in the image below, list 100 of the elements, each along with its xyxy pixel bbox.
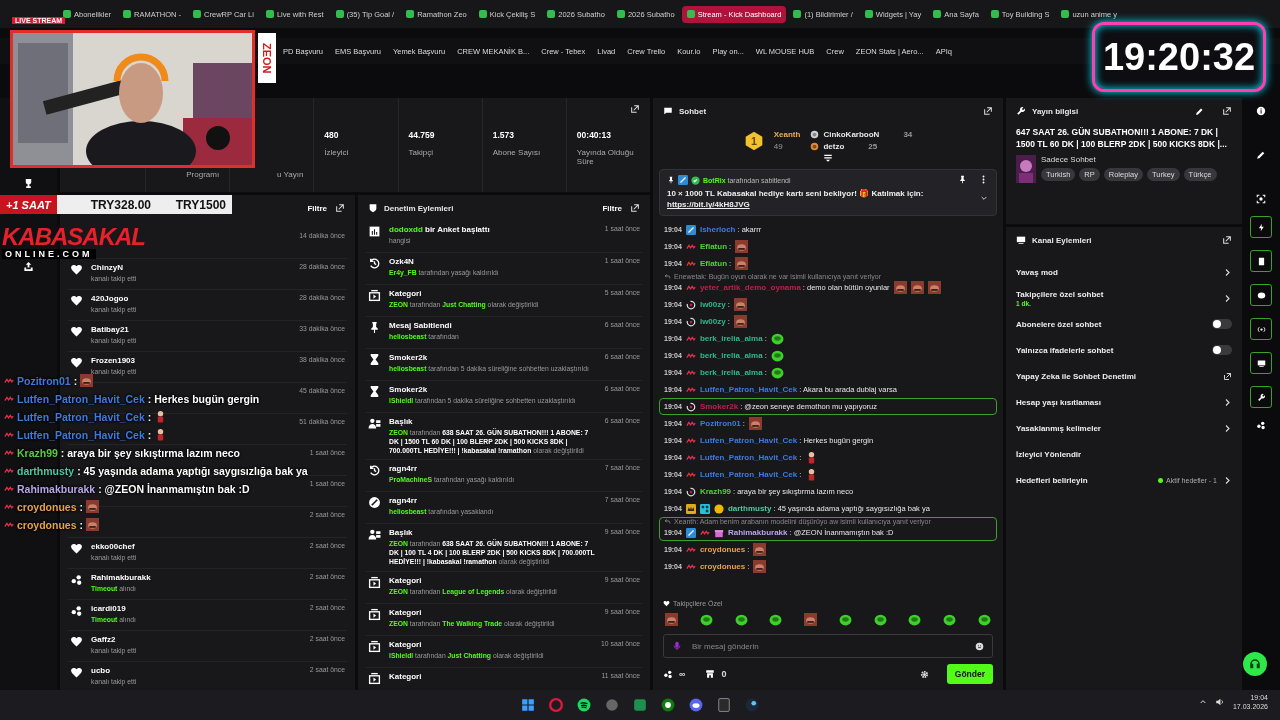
toggle-switch[interactable] (1212, 345, 1232, 355)
text-input[interactable]: Bir mesaj gönderin (690, 640, 967, 652)
user-name[interactable]: Lutfen_Patron_Havit_Cek (699, 436, 798, 446)
setting-label[interactable]: Abonelere özel sohbet (1016, 319, 1206, 329)
chevron-icon[interactable] (1223, 475, 1232, 485)
stream-title: 647 SAAT 26. GÜN SUBATHON!!! 1 ABONE: 7 DK | 1500 TL 60 DK | 100 BLERP 2DK | 500 KICKS 8DK |... (1015, 126, 1228, 152)
setting-label[interactable]: Yavaş mod (1016, 267, 1217, 277)
heart-icon (70, 356, 83, 369)
external-link-icon[interactable] (1223, 371, 1232, 381)
chat-button[interactable] (1250, 284, 1272, 306)
toggle-switch[interactable] (1212, 319, 1232, 329)
store-icon[interactable] (705, 669, 716, 679)
wrench-button[interactable] (1250, 386, 1272, 408)
message-field[interactable]: Bir mesaj gönderin (663, 634, 993, 658)
broadcast-button[interactable] (1250, 318, 1272, 340)
setting-label[interactable]: Yapay Zeka ile Sohbet Denetimi (1016, 371, 1217, 381)
focus-icon[interactable] (1256, 194, 1266, 204)
expand-icon[interactable] (630, 203, 640, 213)
status-dot (1158, 477, 1164, 483)
tab-icon (864, 10, 873, 18)
settings-icon[interactable] (919, 669, 929, 679)
heart-icon (70, 666, 83, 679)
action-title: Smoker2k (389, 385, 429, 394)
expand-icon[interactable] (983, 106, 993, 116)
filter-button[interactable]: Filtre (600, 201, 624, 215)
user-name[interactable]: berk_irelia_alma (699, 368, 763, 378)
caret-icon[interactable] (1198, 698, 1207, 706)
setting-label[interactable]: Hesap yaşı kısıtlaması (1016, 397, 1217, 407)
send-button[interactable]: Gönder (946, 664, 993, 684)
expand-icon[interactable] (1222, 235, 1232, 245)
collapse-icon[interactable] (823, 153, 833, 163)
music-icon[interactable] (577, 698, 591, 712)
user-name: croydonues (17, 518, 77, 531)
app-icon[interactable] (633, 698, 647, 712)
app-icon[interactable] (717, 698, 731, 712)
user-name: Rahimakburakk (91, 573, 152, 582)
user-name[interactable]: croydonues (699, 545, 746, 555)
chevron-icon[interactable] (1223, 267, 1232, 277)
smiley-icon[interactable] (975, 641, 984, 651)
panel-title: Sohbet (679, 106, 707, 116)
browser-icon[interactable] (549, 698, 563, 712)
user-name[interactable]: darthmusty (727, 504, 772, 514)
expand-icon[interactable] (630, 104, 640, 114)
setting-label[interactable]: İzleyici Yönlendir (1016, 449, 1232, 459)
panel-title: Denetim Eylemleri (384, 203, 454, 213)
user-name[interactable]: Rahimakburakk (727, 528, 788, 538)
setting-label[interactable]: Takipçilere özel sohbet (1016, 289, 1217, 299)
chevron-icon[interactable] (1223, 293, 1232, 303)
speaker-icon[interactable] (1214, 697, 1225, 707)
user-name[interactable]: Lutfen_Patron_Havit_Cek (699, 470, 798, 480)
message-text: : (147, 410, 152, 423)
monitor-icon (1256, 358, 1266, 368)
monitor-button[interactable] (1250, 352, 1272, 374)
user-name[interactable]: croydonues (699, 562, 746, 572)
setting-label[interactable]: Yasaklanmış kelimeler (1016, 423, 1217, 433)
user-name[interactable]: Lutfen_Patron_Havit_Cek (699, 385, 798, 395)
chevron-icon[interactable] (1223, 397, 1232, 407)
nodes-icon[interactable] (1256, 420, 1266, 430)
lightning-button[interactable] (1250, 216, 1272, 238)
user-name[interactable]: Lutfen_Patron_Havit_Cek (699, 453, 798, 463)
user-name[interactable]: Eflatun (699, 259, 727, 269)
windows-icon[interactable] (521, 698, 535, 712)
user-name[interactable]: lw00zy (699, 300, 726, 310)
note-button[interactable] (1250, 250, 1272, 272)
message-text: : @ZEON İnanmamıştın bak :D (98, 482, 250, 495)
chat-app-icon[interactable] (689, 698, 703, 712)
message-text: : (73, 374, 78, 387)
gift-count: 34 (903, 130, 913, 139)
lightning-icon (1256, 222, 1266, 232)
user-name[interactable]: berk_irelia_alma (699, 351, 763, 361)
filter-button[interactable]: Filtre (305, 201, 329, 215)
emote-icon (665, 613, 678, 626)
pin-icon[interactable] (958, 175, 967, 184)
heart-icon (70, 263, 83, 276)
user-name: Rahimakburakk (17, 482, 96, 495)
play-icon (368, 289, 381, 302)
user-name: Frozen1903 (91, 356, 137, 365)
expand-icon[interactable] (335, 203, 345, 213)
link[interactable]: https://bit.ly/4kH8JVG (667, 200, 750, 210)
info-icon[interactable] (1256, 106, 1266, 116)
app-icon[interactable] (745, 698, 759, 712)
chevron-icon[interactable] (1223, 423, 1232, 433)
category-name[interactable]: Sadece Sohbet (1041, 154, 1217, 164)
user-name[interactable]: Pozitron01 (699, 419, 741, 429)
user-name[interactable]: berk_irelia_alma (699, 334, 763, 344)
emote-icon (770, 366, 784, 380)
user-name[interactable]: lw00zy (699, 317, 726, 327)
expand-icon[interactable] (1222, 106, 1232, 116)
support-button[interactable] (1243, 652, 1267, 676)
badge-icon (678, 175, 688, 185)
setting-label[interactable]: Yalnızca ifadelerle sohbet (1016, 345, 1206, 355)
edit-icon[interactable] (1195, 106, 1204, 116)
pinned-text: 10 × 1000 TL Kabasakal hediye kartı seni bekliyor! 🎁 Katılmak için: https://bit.ly/4kH8JVG (667, 188, 925, 211)
chevron-icon[interactable] (980, 194, 988, 202)
user-name[interactable]: Isherloch (699, 225, 736, 235)
setting-label[interactable]: Hedefleri belirleyin (1016, 475, 1153, 485)
user-name[interactable]: Krazh99 (699, 487, 732, 497)
gifter-name: detzo (823, 142, 845, 151)
user-name[interactable]: Eflatun (699, 242, 727, 252)
edit-icon[interactable] (1256, 150, 1266, 160)
